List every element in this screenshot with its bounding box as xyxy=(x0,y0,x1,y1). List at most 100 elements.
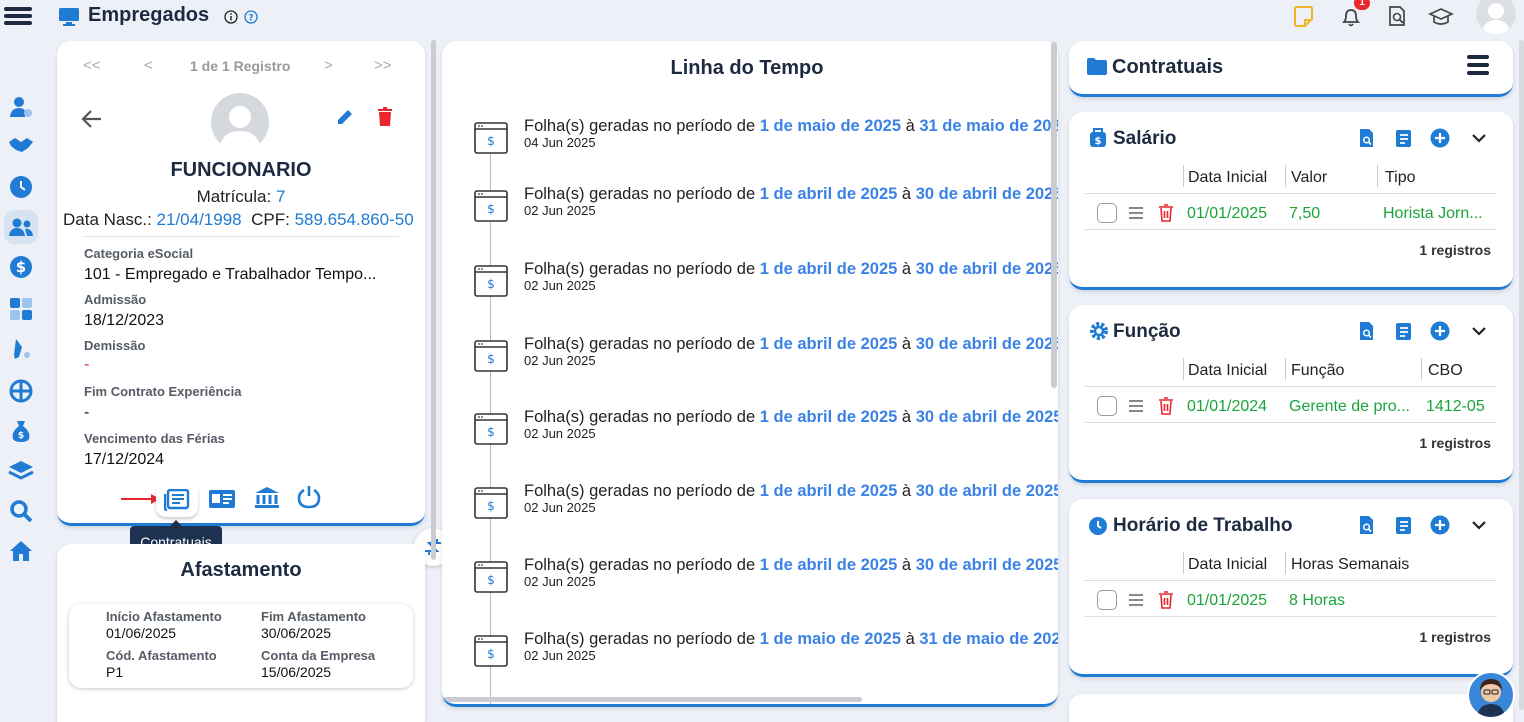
timeline-period-end[interactable]: 30 de abril de 2025 xyxy=(916,556,1058,574)
add-circle-icon[interactable] xyxy=(1430,128,1450,148)
row-checkbox[interactable] xyxy=(1097,203,1117,223)
drag-handle-icon[interactable] xyxy=(1129,400,1143,415)
timeline-period-start[interactable]: 1 de abril de 2025 xyxy=(760,482,898,500)
pager-first-button[interactable]: << xyxy=(83,57,101,74)
add-circle-icon[interactable] xyxy=(1430,515,1450,535)
timeline-period-start[interactable]: 1 de abril de 2025 xyxy=(760,556,898,574)
sidebar-item-edit[interactable] xyxy=(6,334,36,364)
pager-last-button[interactable]: >> xyxy=(374,57,392,74)
salario-card: $ Salário Data Inicial Valor Tipo 01/01/… xyxy=(1069,112,1513,290)
sticky-note-icon[interactable] xyxy=(1292,5,1314,27)
timeline-period-start[interactable]: 1 de abril de 2025 xyxy=(760,335,898,353)
help-icon[interactable]: ? xyxy=(244,10,258,24)
inicio-afastamento-label: Início Afastamento xyxy=(106,609,222,624)
timeline-item[interactable]: $ Folha(s) geradas no período de 1 de mai… xyxy=(474,627,1058,677)
timeline-item[interactable]: $ Folha(s) geradas no período de 1 de abr… xyxy=(474,405,1058,455)
chevron-down-icon[interactable] xyxy=(1469,515,1489,535)
row-checkbox[interactable] xyxy=(1097,590,1117,610)
pager-next-button[interactable]: > xyxy=(324,57,333,74)
payroll-document-icon: $ xyxy=(474,413,508,445)
row-checkbox[interactable] xyxy=(1097,396,1117,416)
timeline-item[interactable]: $ Folha(s) geradas no período de 1 de abr… xyxy=(474,553,1058,603)
chevron-down-icon[interactable] xyxy=(1469,128,1489,148)
view-document-icon[interactable] xyxy=(1357,515,1377,535)
left-panel-scrollbar[interactable] xyxy=(431,40,436,560)
edit-pencil-icon[interactable] xyxy=(335,107,355,127)
contratuais-tab-button[interactable] xyxy=(156,483,198,517)
contratuais-menu-icon[interactable] xyxy=(1467,55,1489,75)
timeline-period-end[interactable]: 31 de maio de 2025 xyxy=(919,630,1058,648)
row-delete-icon[interactable] xyxy=(1157,203,1175,223)
timeline-period-start[interactable]: 1 de maio de 2025 xyxy=(760,117,901,135)
timeline-period-start[interactable]: 1 de abril de 2025 xyxy=(760,408,898,426)
timeline-item[interactable]: $ Folha(s) geradas no período de 1 de abr… xyxy=(474,332,1058,382)
timeline-prefix: Folha(s) geradas no período de xyxy=(524,556,756,574)
timeline-period-end[interactable]: 31 de maio de 2025 xyxy=(919,117,1058,135)
row-delete-icon[interactable] xyxy=(1157,590,1175,610)
drag-handle-icon[interactable] xyxy=(1129,594,1143,609)
sidebar-item-agreements[interactable] xyxy=(6,130,36,160)
sidebar-item-search[interactable] xyxy=(6,496,36,526)
sidebar-item-finance[interactable]: $ xyxy=(6,416,36,446)
history-list-icon[interactable] xyxy=(1393,321,1413,341)
salario-cell-valor: 7,50 xyxy=(1289,205,1321,222)
history-list-icon[interactable] xyxy=(1393,128,1413,148)
vencimento-ferias-label: Vencimento das Férias xyxy=(84,431,225,446)
history-list-icon[interactable] xyxy=(1393,515,1413,535)
graduation-cap-icon[interactable] xyxy=(1428,6,1454,28)
info-icon[interactable] xyxy=(224,10,238,24)
timeline-period-end[interactable]: 30 de abril de 2025 xyxy=(916,482,1058,500)
pager-prev-button[interactable]: < xyxy=(144,57,153,74)
funcao-header-cbo: CBO xyxy=(1428,362,1463,379)
timeline-period-start[interactable]: 1 de abril de 2025 xyxy=(760,260,898,278)
sidebar-item-employee-settings[interactable] xyxy=(6,92,36,122)
horario-card: Horário de Trabalho Data Inicial Horas S… xyxy=(1069,499,1513,677)
add-circle-icon[interactable] xyxy=(1430,321,1450,341)
right-panel-scrollbar[interactable] xyxy=(1519,40,1524,710)
hamburger-menu-icon[interactable] xyxy=(4,4,32,32)
sidebar-item-network[interactable] xyxy=(6,376,36,406)
timeline-vertical-scrollbar[interactable] xyxy=(1051,42,1057,388)
timeline-period-end[interactable]: 30 de abril de 2025 xyxy=(916,335,1058,353)
timeline-item[interactable]: $ Folha(s) geradas no período de 1 de abr… xyxy=(474,182,1058,232)
sidebar-item-employees[interactable] xyxy=(4,210,38,244)
view-document-icon[interactable] xyxy=(1357,128,1377,148)
back-arrow-icon[interactable] xyxy=(81,109,103,129)
user-avatar[interactable] xyxy=(1476,0,1516,34)
sidebar-item-schedule[interactable] xyxy=(6,172,36,202)
employee-name: FUNCIONARIO xyxy=(170,159,312,181)
timeline-horizontal-scrollbar[interactable] xyxy=(442,697,862,702)
timeline-period-end[interactable]: 30 de abril de 2025 xyxy=(916,408,1058,426)
timeline-period-start[interactable]: 1 de maio de 2025 xyxy=(760,630,901,648)
svg-text:$: $ xyxy=(487,647,495,661)
bank-icon[interactable] xyxy=(254,486,280,510)
id-card-icon[interactable] xyxy=(208,488,236,510)
salario-title: Salário xyxy=(1113,128,1177,149)
matricula-label: Matrícula: xyxy=(196,187,272,206)
sidebar-item-layers[interactable] xyxy=(6,456,36,486)
categoria-value: 101 - Empregado e Trabalhador Tempo... xyxy=(84,266,377,283)
home-icon xyxy=(10,541,32,561)
timeline-item[interactable]: $ Folha(s) geradas no período de 1 de abr… xyxy=(474,479,1058,529)
power-icon[interactable] xyxy=(297,485,321,509)
timeline-item[interactable]: $ Folha(s) geradas no período de 1 de abr… xyxy=(474,257,1058,307)
sidebar-item-home[interactable] xyxy=(6,536,36,566)
funcao-header-funcao: Função xyxy=(1291,362,1345,379)
horario-count: 1 registros xyxy=(1419,629,1491,645)
funcao-header-data-inicial: Data Inicial xyxy=(1188,362,1268,379)
assistant-avatar[interactable] xyxy=(1467,671,1515,719)
timeline-period-end[interactable]: 30 de abril de 2025 xyxy=(916,185,1058,203)
view-document-icon[interactable] xyxy=(1357,321,1377,341)
timeline-period-end[interactable]: 30 de abril de 2025 xyxy=(916,260,1058,278)
sidebar-item-payroll[interactable]: $ xyxy=(6,252,36,282)
drag-handle-icon[interactable] xyxy=(1129,207,1143,222)
timeline-item[interactable]: $ Folha(s) geradas no período de 1 de mai… xyxy=(474,114,1058,164)
chevron-down-icon[interactable] xyxy=(1469,321,1489,341)
document-search-icon[interactable] xyxy=(1386,5,1408,27)
sidebar-item-calculations[interactable] xyxy=(6,294,36,324)
row-delete-icon[interactable] xyxy=(1157,396,1175,416)
timeline-period-start[interactable]: 1 de abril de 2025 xyxy=(760,185,898,203)
employee-photo xyxy=(211,93,269,151)
delete-trash-icon[interactable] xyxy=(377,107,393,126)
svg-text:$: $ xyxy=(487,573,495,587)
